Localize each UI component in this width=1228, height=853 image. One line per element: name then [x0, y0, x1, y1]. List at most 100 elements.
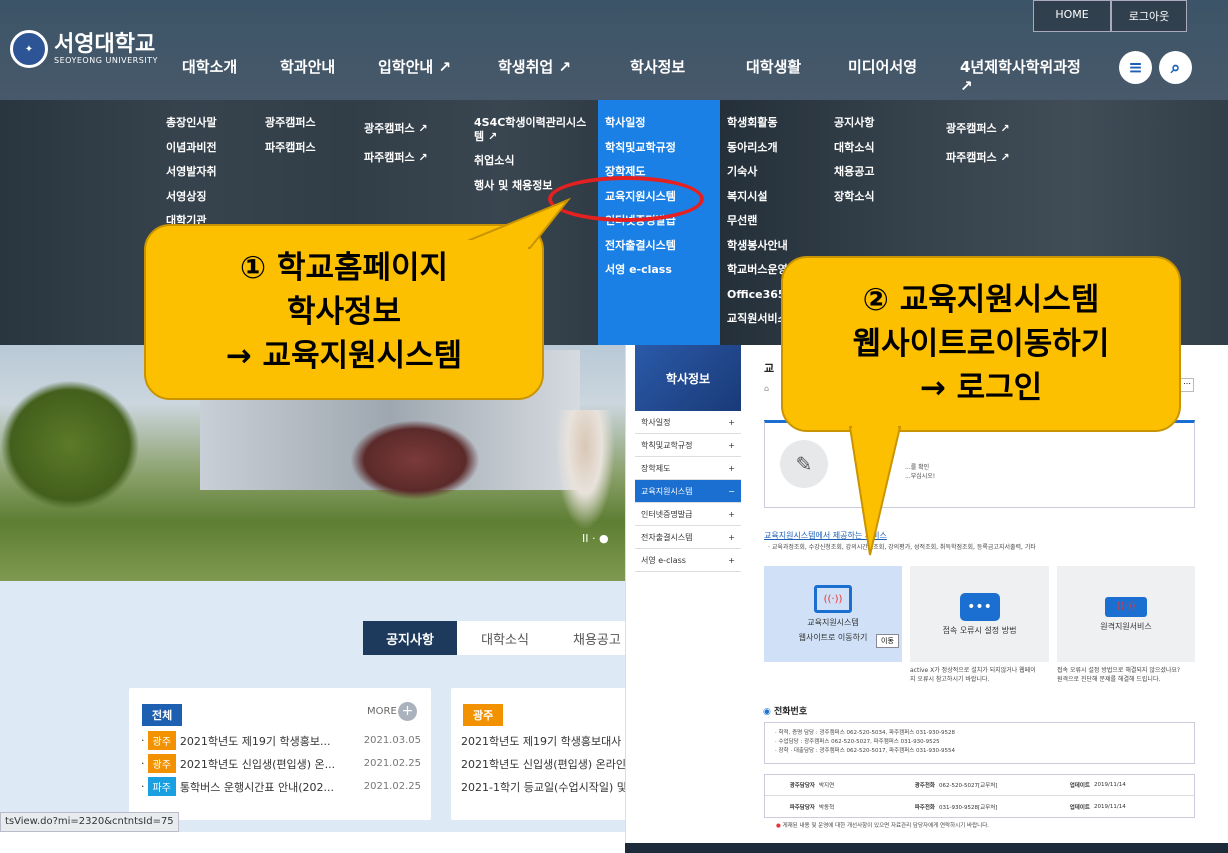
list-item[interactable]: 2021학년도 제19기 학생홍보대사 5 [461, 729, 630, 752]
menu-item[interactable]: 총장인사말 [166, 111, 217, 136]
list-item[interactable]: · 광주 2021학년도 신입생(편입생) 온... 2021.02.25 [141, 752, 421, 775]
tag-gwangju: 광주 [147, 731, 176, 750]
list-item[interactable]: · 광주 2021학년도 제19기 학생홍보... 2021.03.05 [141, 729, 421, 752]
menu-item[interactable]: 대학소식 [834, 136, 874, 161]
nav-employment[interactable]: 학생취업 ↗ [498, 56, 630, 95]
cell-value: 박동혁 [819, 804, 835, 811]
menu-item[interactable]: 학생봉사안내 [727, 234, 801, 259]
menu-item[interactable]: 서영상징 [166, 185, 217, 210]
nav-intro[interactable]: 대학소개 [182, 56, 280, 95]
tab-notice[interactable]: 공지사항 [363, 621, 457, 655]
menu-item[interactable]: 파주캠퍼스 ↗ [946, 143, 1010, 172]
more-link[interactable]: MORE [367, 706, 397, 717]
main-nav: 대학소개 학과안내 입학안내 ↗ 학생취업 ↗ 학사정보 대학생활 미디어서영 … [182, 56, 1090, 95]
phone-line: · 장학 · 대출담당 : 광주캠퍼스 062-520-5017, 파주캠퍼스 … [775, 748, 955, 754]
menu-item[interactable]: 4S4C학생이력관리시스템 ↗ [474, 111, 594, 149]
logo-korean: 서영대학교 [54, 31, 156, 57]
site-logo[interactable]: ✦ 서영대학교 SEOYEONG UNIVERSITY [10, 30, 158, 68]
box-remote-support[interactable]: ((·)) 원격지원서비스 [1057, 566, 1195, 662]
menu-item[interactable]: 이념과비전 [166, 136, 217, 161]
more-plus-icon[interactable]: + [398, 702, 417, 721]
sidebar-item[interactable]: 서영 e-class + [635, 549, 741, 572]
sidebar-item[interactable]: 인터넷증명발급 + [635, 503, 741, 526]
slider-controls[interactable]: II · ● [582, 532, 609, 545]
campus-tree-red [350, 420, 480, 500]
university-seal-icon: ✦ [10, 30, 48, 68]
menu-item[interactable]: 광주캠퍼스 ↗ [364, 114, 428, 143]
menu-item[interactable]: 복지시설 [727, 185, 801, 210]
tab-news[interactable]: 대학소식 [457, 621, 553, 655]
tab-jobs[interactable]: 채용공고 [553, 621, 630, 655]
box1-line2: 웹사이트로 이동하기 [798, 633, 868, 642]
sidebar-item[interactable]: 전자출결시스템 + [635, 526, 741, 549]
nav-campus-life[interactable]: 대학생활 [746, 56, 848, 95]
nav-departments[interactable]: 학과안내 [280, 56, 378, 95]
nav-media[interactable]: 미디어서영 [848, 56, 960, 95]
sidebar-item[interactable]: 학사일정 + [635, 411, 741, 434]
hamburger-menu-icon[interactable]: ≡ [1119, 51, 1152, 84]
sidebar-item-label: 서영 e-class [641, 555, 686, 565]
sidebar-item-active[interactable]: 교육지원시스템 − [635, 480, 741, 503]
nav-bachelor[interactable]: 4년제학사학위과정 ↗ [960, 56, 1090, 95]
cell-value: 062-520-5027[교무처] [939, 783, 998, 789]
menu-item-schedule[interactable]: 학사일정 [605, 111, 676, 136]
sidebar-item[interactable]: 학칙및교학규정 + [635, 434, 741, 457]
callout2-pointer-join [852, 424, 898, 432]
menu-item[interactable]: 동아리소개 [727, 136, 801, 161]
logout-button[interactable]: 로그아웃 [1111, 0, 1187, 32]
chat-icon: ••• [959, 592, 1000, 621]
sidebar-item[interactable]: 장학제도 + [635, 457, 741, 480]
menu-item-eclass[interactable]: 서영 e-class [605, 258, 676, 283]
cell-key: 파주담당자 [789, 804, 815, 811]
circle-icon: ◉ [763, 707, 771, 717]
menu-item[interactable]: 서영발자취 [166, 160, 217, 185]
list-item[interactable]: · 파주 통학버스 운행시간표 안내(202... 2021.02.25 [141, 775, 421, 798]
home-icon[interactable]: ⌂ [764, 384, 769, 393]
menu-col-media: 공지사항 대학소식 채용공고 장학소식 [834, 111, 874, 209]
nav-academic[interactable]: 학사정보 [630, 56, 746, 95]
taskbar [625, 843, 1228, 853]
menu-item[interactable]: 파주캠퍼스 [265, 136, 316, 161]
box3-desc: 접속 오류시 설정 방법으로 해결되지 않으셨나요? 원격으로 진단해 문제를 … [1057, 667, 1181, 683]
phone-section-title: ◉ 전화번호 [763, 704, 807, 717]
menu-item[interactable]: 공지사항 [834, 111, 874, 136]
search-icon[interactable]: ⌕ [1159, 51, 1192, 84]
menu-item[interactable]: 광주캠퍼스 [265, 111, 316, 136]
menu-item[interactable]: 무선랜 [727, 209, 801, 234]
cell-key: 업데이트 [1069, 804, 1090, 811]
callout2-line3: → 로그인 [919, 370, 1043, 406]
menu-item[interactable]: 학생회활동 [727, 111, 801, 136]
phone-title-text: 전화번호 [774, 707, 808, 717]
list-item[interactable]: 2021-1학기 등교일(수업시작일) 및 [461, 775, 630, 798]
callout2-line1: ② 교육지원시스템 [862, 282, 1100, 318]
cell-key: 광주전화 [914, 783, 935, 789]
notice-title: 2021학년도 신입생(편입생) 온... [179, 757, 336, 771]
go-button[interactable]: 이동 [876, 634, 899, 648]
sidebar-title: 학사정보 [635, 345, 741, 411]
menu-item[interactable]: 취업소식 [474, 149, 594, 174]
home-button[interactable]: HOME [1033, 0, 1111, 32]
notice-list: 2021학년도 제19기 학생홍보대사 5 2021학년도 신입생(편입생) 온… [461, 729, 630, 798]
box-settings-help[interactable]: ••• 접속 오류시 설정 방법 [910, 566, 1049, 662]
share-icon[interactable]: ⋯ [1180, 378, 1194, 392]
card-tag-gwangju: 광주 [463, 704, 504, 726]
notice-list: · 광주 2021학년도 제19기 학생홍보... 2021.03.05 · 광주 2… [141, 729, 421, 798]
menu-col-intro: 총장인사말 이념과비전 서영발자취 서영상징 대학기관 [166, 111, 217, 234]
notice-date: 2021.02.25 [363, 758, 421, 769]
nav-admission[interactable]: 입학안내 ↗ [378, 56, 498, 95]
notice-tabs: 공지사항 대학소식 채용공고 [363, 621, 630, 655]
plus-icon: + [728, 532, 735, 542]
menu-item[interactable]: 광주캠퍼스 ↗ [946, 114, 1010, 143]
callout-step-2: ② 교육지원시스템 웹사이트로이동하기 → 로그인 [781, 256, 1181, 432]
menu-item[interactable]: 채용공고 [834, 160, 874, 185]
menu-item[interactable]: 기숙사 [727, 160, 801, 185]
sidebar-item-label: 학사일정 [641, 417, 671, 427]
menu-item[interactable]: 장학소식 [834, 185, 874, 210]
list-item[interactable]: 2021학년도 신입생(편입생) 온라인 [461, 752, 630, 775]
intro-box [764, 420, 1195, 508]
menu-item-attendance[interactable]: 전자출결시스템 [605, 234, 676, 259]
router-icon: ((·)) [1105, 596, 1147, 617]
menu-item[interactable]: 파주캠퍼스 ↗ [364, 143, 428, 172]
menu-item-rules[interactable]: 학칙및교학규정 [605, 136, 676, 161]
callout2-line2: 웹사이트로이동하기 [852, 326, 1110, 362]
